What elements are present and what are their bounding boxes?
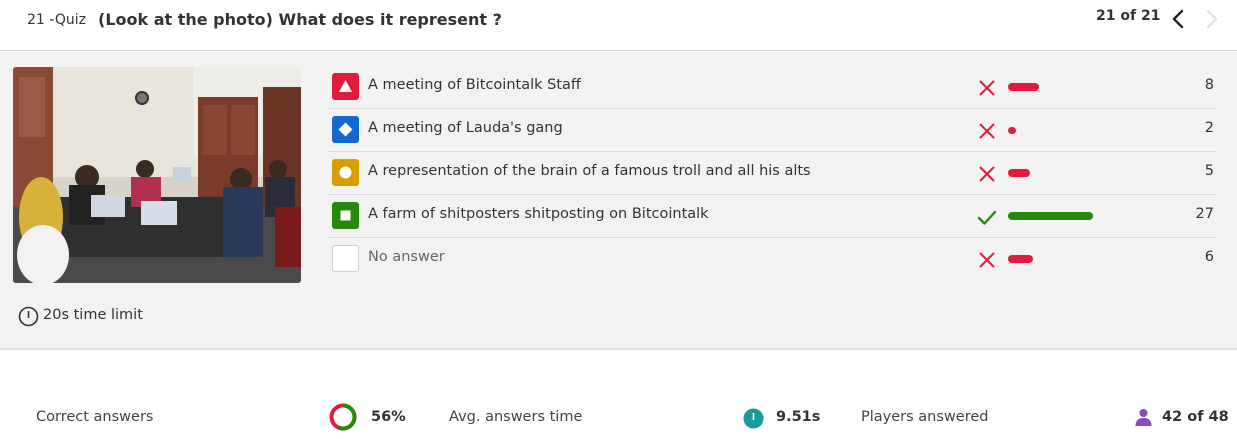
triangle-icon xyxy=(339,80,352,92)
answer-bar xyxy=(1008,83,1039,91)
answer-count: 8 xyxy=(1204,77,1214,93)
incorrect-x-icon xyxy=(979,80,995,96)
players-answered-label: Players answered xyxy=(861,409,989,425)
answer-bar xyxy=(1008,212,1093,220)
question-detail-panel: A meeting of Bitcointalk Staff 8 A meeti… xyxy=(0,52,1237,350)
person-icon xyxy=(1135,409,1152,426)
answer-text: A meeting of Bitcointalk Staff xyxy=(368,77,581,93)
answer-row: A farm of shitposters shitposting on Bit… xyxy=(328,195,1217,238)
answer-text: No answer xyxy=(368,249,445,265)
square-icon xyxy=(340,210,351,221)
answer-count: 2 xyxy=(1204,120,1214,136)
answer-text: A representation of the brain of a famou… xyxy=(368,163,811,179)
previous-button[interactable] xyxy=(1168,8,1190,30)
players-answered-value: 42 of 48 xyxy=(1162,409,1229,425)
circle-icon xyxy=(339,166,352,179)
answer-row: A representation of the brain of a famou… xyxy=(328,152,1217,195)
timer-icon xyxy=(18,306,39,327)
answer-count: 6 xyxy=(1204,249,1214,265)
answers-list: A meeting of Bitcointalk Staff 8 A meeti… xyxy=(328,66,1217,281)
answer-shape-badge xyxy=(332,116,359,143)
chevron-right-icon xyxy=(1206,9,1218,29)
avg-answer-time-value: 9.51s xyxy=(776,409,821,425)
incorrect-x-icon xyxy=(979,166,995,182)
answer-row: No answer 6 xyxy=(328,238,1217,281)
answer-bar xyxy=(1008,126,1016,134)
answer-row: A meeting of Bitcointalk Staff 8 xyxy=(328,66,1217,109)
answer-shape-badge xyxy=(332,73,359,100)
question-counter: 21 of 21 xyxy=(1096,8,1161,24)
answer-shape-badge xyxy=(332,245,359,272)
answer-count: 5 xyxy=(1204,163,1214,179)
correct-answers-label: Correct answers xyxy=(36,409,154,425)
correct-ratio-donut-icon xyxy=(329,403,357,431)
answer-bar xyxy=(1008,169,1030,177)
timer-badge-icon xyxy=(743,408,764,429)
question-photo xyxy=(13,67,301,283)
answer-bar xyxy=(1008,255,1033,263)
question-title: (Look at the photo) What does it represe… xyxy=(98,10,502,29)
empty-box-icon xyxy=(333,246,358,271)
diamond-icon xyxy=(338,122,353,137)
quiz-number: 21 -Quiz xyxy=(27,12,86,28)
incorrect-x-icon xyxy=(979,252,995,268)
question-header: 21 -Quiz (Look at the photo) What does i… xyxy=(0,0,1237,51)
incorrect-x-icon xyxy=(979,123,995,139)
summary-footer: Correct answers 56% Avg. answers time 9.… xyxy=(0,352,1237,439)
correct-answers-value: 56% xyxy=(371,409,406,425)
next-button[interactable] xyxy=(1200,8,1222,30)
answer-count: 27 xyxy=(1195,206,1214,222)
answer-text: A meeting of Lauda's gang xyxy=(368,120,563,136)
answer-text: A farm of shitposters shitposting on Bit… xyxy=(368,206,709,222)
time-limit-text: 20s time limit xyxy=(43,307,143,323)
answer-shape-badge xyxy=(332,159,359,186)
answer-shape-badge xyxy=(332,202,359,229)
avg-answer-time-label: Avg. answers time xyxy=(449,409,583,425)
answer-row: A meeting of Lauda's gang 2 xyxy=(328,109,1217,152)
correct-check-icon xyxy=(977,210,997,225)
chevron-left-icon xyxy=(1172,9,1184,29)
